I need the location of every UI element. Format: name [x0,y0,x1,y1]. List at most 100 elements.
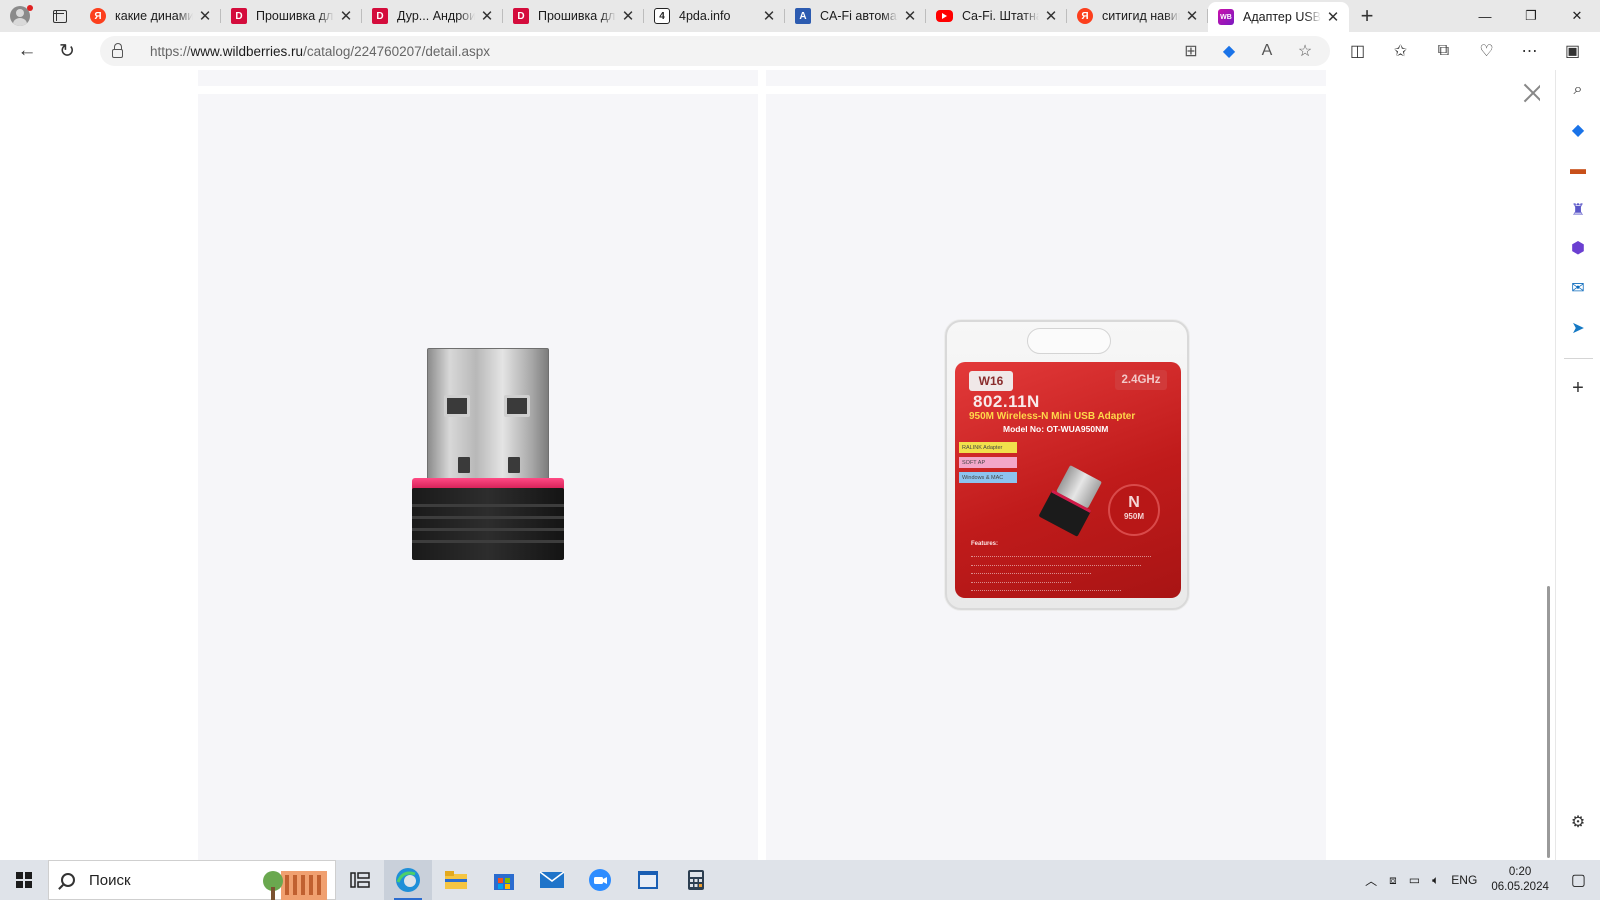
tools-icon[interactable]: ▬ [1568,160,1588,180]
tab-wildberries-adapter[interactable]: WB Адаптер USB 2 ✕ [1208,2,1349,32]
tab-4pda[interactable]: 4 4pda.info ✕ [644,0,785,32]
notifications-icon[interactable]: ▢ [1557,870,1600,890]
url-path: /catalog/224760207/detail.aspx [303,43,490,59]
app-available-icon[interactable]: ⊞ [1172,41,1210,61]
settings-gear-icon[interactable]: ⚙ [1568,812,1588,832]
clock-time: 0:20 [1508,866,1532,878]
drom-d-icon: D [513,8,529,24]
feature-line [971,583,1121,591]
window-app-icon[interactable] [624,860,672,900]
usb-plug [427,348,549,484]
language-indicator[interactable]: ENG [1445,873,1483,887]
tab-title: Адаптер USB 2 [1243,10,1321,24]
windows-logo-icon [16,872,32,888]
close-tab-icon[interactable]: ✕ [479,8,495,25]
tab-cafi-shop[interactable]: A CA-Fi автомаг ✕ [785,0,926,32]
url-text[interactable]: https://www.wildberries.ru/catalog/22476… [150,44,490,59]
tab-drom-firmware-2[interactable]: D Прошивка для ✕ [503,0,644,32]
new-tab-button[interactable]: + [1349,0,1385,32]
drop-icon[interactable]: ➤ [1568,318,1588,338]
more-menu-icon[interactable]: ⋯ [1508,41,1551,61]
start-button[interactable] [0,860,48,900]
close-tab-icon[interactable]: ✕ [338,8,354,25]
shopping-icon[interactable]: ◆ [1568,120,1588,140]
package-flag-os: Windows & MAC [959,472,1017,483]
back-arrow-icon[interactable]: ← [7,32,47,70]
close-tab-icon[interactable]: ✕ [1184,8,1200,25]
scrollbar-thumb[interactable] [1547,586,1550,858]
tab-youtube-cafi[interactable]: Ca-Fi. Штатная ✕ [926,0,1067,32]
features-heading: Features: [971,541,999,547]
microsoft-store-icon[interactable] [480,860,528,900]
collections-icon[interactable]: ⧉ [1422,42,1465,60]
file-explorer-icon[interactable] [432,860,480,900]
browser-toolbar: ← ↻ https://www.wildberries.ru/catalog/2… [0,32,1600,70]
refresh-icon[interactable]: ↻ [47,32,87,70]
read-aloud-icon[interactable]: A [1248,42,1286,60]
network-icon[interactable]: ▭ [1403,873,1426,887]
close-tab-icon[interactable]: ✕ [902,8,918,25]
shopping-tag-icon[interactable]: ◆ [1210,41,1248,61]
tab-drom-android[interactable]: D Дур... Андроид ✕ [362,0,503,32]
edge-sidebar: ⌕ ◆ ▬ ♜ ⬢ ✉ ➤ + ⚙ [1555,70,1600,860]
minimize-icon[interactable]: — [1462,0,1508,32]
close-tab-icon[interactable]: ✕ [197,8,213,25]
add-icon[interactable]: + [1568,377,1588,399]
device-icon[interactable]: ⧈ [1383,873,1403,888]
close-tab-icon[interactable]: ✕ [761,8,777,25]
article-icon: A [795,8,811,24]
wildberries-icon: WB [1218,9,1234,25]
games-icon[interactable]: ♜ [1568,200,1588,220]
outlook-icon[interactable]: ✉ [1568,278,1588,298]
show-hidden-icons-chevron-icon[interactable]: ︿ [1359,872,1383,889]
close-tab-icon[interactable]: ✕ [1043,8,1059,25]
tab-title: 4pda.info [679,9,731,23]
profile-button[interactable] [0,0,40,32]
address-bar[interactable]: https://www.wildberries.ru/catalog/22476… [100,36,1330,66]
sidebar-toggle-icon[interactable]: ▣ [1551,41,1594,61]
dongle-body [412,488,564,560]
window-controls: — ❐ ✕ [1462,0,1600,32]
edge-browser-icon[interactable] [384,860,432,900]
usb-dongle-image [412,348,564,560]
tab-yandex-citiguide[interactable]: Я ситигид навиг ✕ [1067,0,1208,32]
tab-title: какие динамики [115,9,193,23]
mail-icon[interactable] [528,860,576,900]
package-label-model-no: Model No: OT-WUA950NM [1003,424,1109,434]
volume-icon[interactable]: 🔈︎ [1426,873,1445,888]
close-tab-icon[interactable]: ✕ [620,8,636,25]
taskbar-search-box[interactable]: Поиск [48,860,336,900]
favorites-icon[interactable]: ✩ [1379,41,1422,61]
tab-drom-firmware-1[interactable]: D Прошивка для ✕ [221,0,362,32]
tab-actions-icon [53,9,67,23]
youtube-icon [936,10,953,22]
tab-title: ситигид навиг [1102,9,1180,23]
feature-line [971,566,1091,574]
clock-date: 06.05.2024 [1491,881,1549,893]
close-tab-icon[interactable]: ✕ [1325,9,1341,26]
favorite-star-icon[interactable]: ☆ [1286,41,1324,61]
calculator-icon[interactable] [672,860,720,900]
tab-strip: Я какие динамики ✕ D Прошивка для ✕ D Ду… [0,0,1600,32]
restore-icon[interactable]: ❐ [1508,0,1554,32]
clock[interactable]: 0:20 06.05.2024 [1483,865,1557,895]
search-placeholder: Поиск [89,871,131,889]
copilot-icon[interactable]: ⬢ [1568,238,1588,258]
drom-d-icon: D [372,8,388,24]
search-highlight-image [263,871,327,900]
task-view-icon[interactable] [336,860,384,900]
lock-icon[interactable] [100,42,134,58]
search-icon[interactable]: ⌕ [1568,80,1588,100]
4pda-icon: 4 [654,8,670,24]
split-screen-icon[interactable]: ◫ [1336,41,1379,61]
zoom-app-icon[interactable] [576,860,624,900]
browser-essentials-icon[interactable]: ♡ [1465,41,1508,61]
tab-yandex-speakers[interactable]: Я какие динамики ✕ [80,0,221,32]
tab-title: Дур... Андроид [397,9,475,23]
tab-actions-button[interactable] [40,0,80,32]
tab-title: Прошивка для [538,9,616,23]
badge-speed: 950M [1123,512,1144,521]
url-domain: www.wildberries.ru [190,43,304,59]
yandex-icon: Я [1077,8,1093,24]
window-close-icon[interactable]: ✕ [1554,0,1600,32]
